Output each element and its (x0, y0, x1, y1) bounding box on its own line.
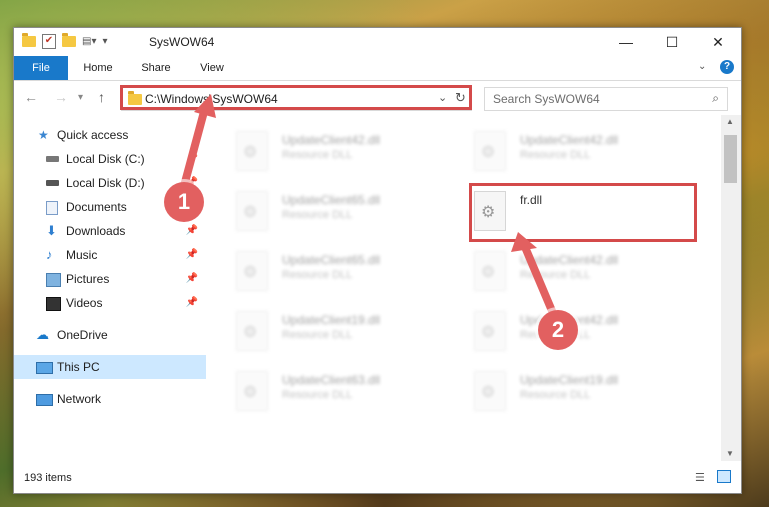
callout-badge-one: 1 (164, 182, 204, 222)
arrow-one (180, 106, 209, 188)
arrow-two (521, 245, 559, 320)
callout-badge-two: 2 (538, 310, 578, 350)
arrow-two-head (511, 232, 537, 252)
arrow-one-head (194, 94, 216, 118)
annotation-arrows (180, 94, 559, 320)
